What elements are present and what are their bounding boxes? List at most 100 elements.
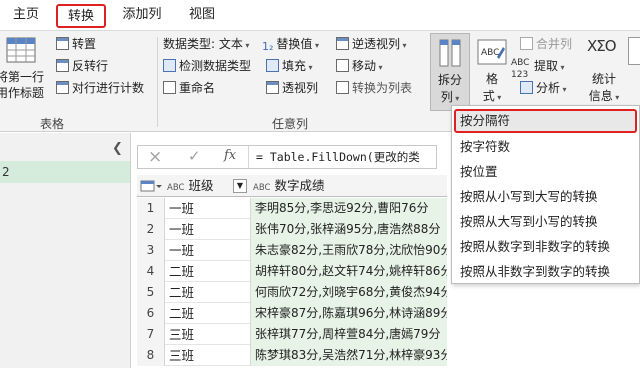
text-type-icon[interactable]: ABC: [253, 183, 270, 193]
cell-scores[interactable]: 李明85分,李思远92分,曹阳76分: [250, 198, 447, 219]
table-row[interactable]: 2 一班 张伟70分,张梓涵95分,唐浩然88分: [137, 219, 447, 240]
parse-button[interactable]: 分析 ▾: [520, 79, 567, 97]
transpose-button[interactable]: 转置: [56, 35, 96, 53]
fx-icon[interactable]: fx: [224, 148, 236, 163]
format-label-2: 式 ▾: [482, 89, 502, 103]
format-label-1: 格: [485, 72, 498, 86]
table-row[interactable]: 5 二班 何雨欣72分,刘晓宇68分,黄俊杰94分: [137, 282, 447, 303]
chevron-down-icon: ▾: [558, 63, 565, 72]
fill-button[interactable]: 填充 ▾: [266, 57, 313, 75]
replace-values-button[interactable]: 1₂ 替换值 ▾: [262, 35, 319, 53]
cell-scores[interactable]: 朱志豪82分,王雨欣78分,沈欣怡90分: [250, 240, 447, 261]
cell-scores[interactable]: 张梓琪77分,周梓萱84分,唐嫣79分: [250, 324, 447, 345]
split-column-icon: [439, 39, 461, 67]
tab-home[interactable]: 主页: [6, 4, 46, 28]
table-row[interactable]: 1 一班 李明85分,李思远92分,曹阳76分: [137, 198, 447, 219]
convert-to-list-button[interactable]: 转换为列表: [336, 79, 412, 97]
use-first-row-label-1: 将第一行: [0, 70, 45, 84]
count-rows-button[interactable]: 对行进行计数: [56, 79, 144, 97]
row-number: 1: [137, 198, 165, 219]
cell-scores[interactable]: 何雨欣72分,刘晓宇68分,黄俊杰94分: [250, 282, 447, 303]
menu-item-by-delimiter[interactable]: 按分隔符: [460, 110, 510, 132]
cancel-icon[interactable]: ×: [148, 147, 162, 167]
tab-add-column[interactable]: 添加列: [116, 4, 168, 28]
chevron-down-icon: ▾: [242, 41, 250, 50]
query-item-selected[interactable]: 2: [0, 161, 130, 183]
convert-to-list-icon: [336, 81, 349, 94]
data-type-dropdown[interactable]: 数据类型: 文本 ▾: [163, 35, 249, 53]
cell-class[interactable]: 二班: [169, 261, 249, 282]
table-row[interactable]: 6 二班 宋梓豪87分,陈嘉琪96分,林诗涵89分: [137, 303, 447, 324]
cell-class[interactable]: 一班: [169, 240, 249, 261]
menu-item-by-number-of-characters[interactable]: 按字符数: [460, 136, 510, 158]
pivot-column-button[interactable]: 透视列: [266, 79, 318, 97]
row-number: 7: [137, 324, 165, 345]
cell-scores[interactable]: 张伟70分,张梓涵95分,唐浩然88分: [250, 219, 447, 240]
parse-icon: [520, 81, 533, 94]
formula-text[interactable]: = Table.FillDown(更改的类: [256, 149, 420, 165]
detect-data-type-button[interactable]: 检测数据类型: [163, 57, 251, 75]
table-row[interactable]: 3 一班 朱志豪82分,王雨欣78分,沈欣怡90分: [137, 240, 447, 261]
column-header-scores[interactable]: ABC 数字成绩: [253, 175, 447, 197]
table-headers-icon: [6, 37, 36, 63]
menu-item-by-positions[interactable]: 按位置: [460, 161, 498, 183]
move-button[interactable]: 移动 ▾: [336, 57, 383, 75]
table-row[interactable]: 4 二班 胡梓轩80分,赵文轩74分,姚梓轩86分: [137, 261, 447, 282]
cell-scores[interactable]: 宋梓豪87分,陈嘉琪96分,林诗涵89分: [250, 303, 447, 324]
table-icon: [140, 180, 162, 192]
menu-item-non-digit-to-digit[interactable]: 按照从非数字到数字的转换: [460, 261, 610, 283]
tab-transform[interactable]: 转换: [56, 4, 106, 28]
row-number: 8: [137, 345, 165, 366]
cell-class[interactable]: 三班: [169, 345, 249, 366]
pivot-column-icon: [266, 81, 279, 94]
format-button[interactable]: ABC 格 式 ▾: [474, 33, 510, 111]
use-first-row-as-headers-button[interactable]: 将第一行 用作标题: [0, 35, 48, 100]
ribbon-separator: [157, 37, 158, 127]
chevron-down-icon: ▾: [400, 41, 407, 50]
data-grid: ABC 班级 ▼ ABC 数字成绩 1 一班 李明85分,李思远92分,曹阳76分 …: [137, 175, 447, 368]
extract-button[interactable]: 提取 ▾: [534, 57, 565, 75]
cell-class[interactable]: 一班: [169, 198, 249, 219]
table-menu-icon[interactable]: [140, 180, 162, 192]
filter-dropdown-icon[interactable]: ▼: [233, 179, 247, 193]
move-icon: [336, 59, 349, 72]
tab-view[interactable]: 视图: [180, 4, 224, 28]
table-row[interactable]: 7 三班 张梓琪77分,周梓萱84分,唐嫣79分: [137, 324, 447, 345]
statistics-label-1: 统计: [591, 72, 616, 86]
row-number: 6: [137, 303, 165, 324]
fill-down-icon: [266, 59, 279, 72]
chevron-down-icon: ▾: [560, 85, 567, 94]
menu-item-digit-to-non-digit[interactable]: 按照从数字到非数字的转换: [460, 236, 610, 258]
merge-columns-icon: [520, 37, 533, 50]
chevron-left-icon[interactable]: ❮: [112, 141, 123, 156]
standard-icon[interactable]: [628, 37, 640, 65]
reverse-rows-icon: [56, 59, 69, 72]
unpivot-columns-icon: [336, 37, 349, 50]
chevron-down-icon: ▾: [306, 63, 313, 72]
menu-item-upper-to-lower[interactable]: 按照从大写到小写的转换: [460, 211, 598, 233]
cell-class[interactable]: 一班: [169, 219, 249, 240]
chevron-down-icon: ▾: [312, 41, 319, 50]
merge-columns-button[interactable]: 合并列: [520, 35, 572, 53]
row-number: 5: [137, 282, 165, 303]
cell-scores[interactable]: 胡梓轩80分,赵文轩74分,姚梓轩86分: [250, 261, 447, 282]
chevron-down-icon: ▾: [376, 63, 383, 72]
table-row[interactable]: 8 三班 陈梦琪83分,吴浩然71分,林梓豪93分: [137, 345, 447, 366]
cell-class[interactable]: 二班: [169, 282, 249, 303]
reverse-rows-button[interactable]: 反转行: [56, 57, 108, 75]
detect-type-icon: [163, 59, 176, 72]
statistics-icon: XΣO: [587, 37, 617, 55]
column-header-class[interactable]: ABC 班级 ▼: [167, 175, 249, 197]
row-number: 4: [137, 261, 165, 282]
cell-class[interactable]: 三班: [169, 324, 249, 345]
menu-item-lower-to-upper[interactable]: 按照从小写到大写的转换: [460, 186, 598, 208]
split-column-button[interactable]: 拆分 列 ▾: [430, 33, 470, 111]
split-column-menu: 按分隔符 按字符数 按位置 按照从小写到大写的转换 按照从大写到小写的转换 按照…: [451, 105, 640, 284]
cell-class[interactable]: 二班: [169, 303, 249, 324]
rename-button[interactable]: 重命名: [163, 79, 215, 97]
unpivot-columns-button[interactable]: 逆透视列 ▾: [336, 35, 407, 53]
cell-scores[interactable]: 陈梦琪83分,吴浩然71分,林梓豪93分: [250, 345, 447, 366]
text-type-icon[interactable]: ABC: [167, 183, 184, 193]
statistics-button[interactable]: XΣO 统计 信息 ▾: [584, 33, 624, 111]
confirm-icon[interactable]: ✓: [188, 147, 201, 165]
